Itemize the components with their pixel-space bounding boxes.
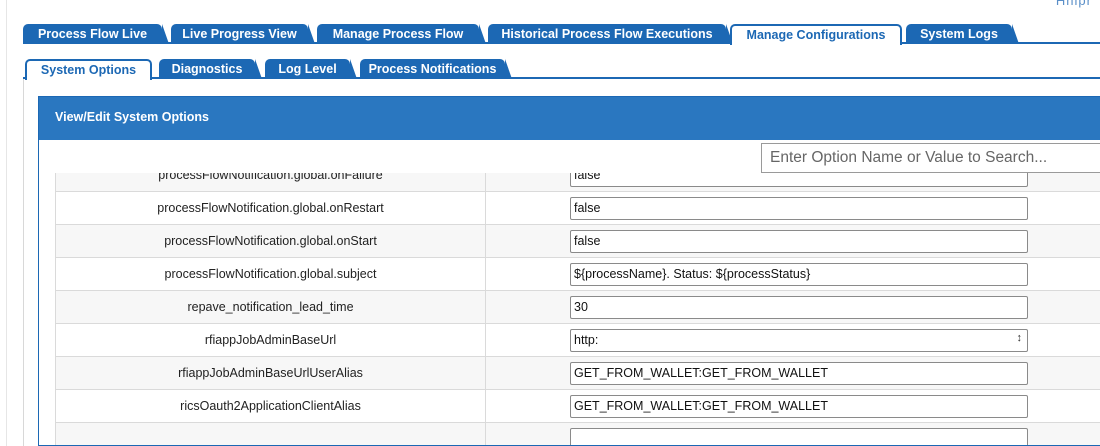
option-name: ricsOauth2ApplicationClientAlias [55,389,486,423]
table-row: rfiappJobAdminBaseUrlUserAlias [55,356,1100,390]
tab-process-notifications[interactable]: Process Notifications [360,59,512,79]
table-row: rfiappJobAdminBaseUrl ↕ [55,323,1100,357]
option-value-input[interactable] [570,173,1028,187]
table-row [55,422,1100,445]
option-name [55,422,486,445]
tab-diagnostics[interactable]: Diagnostics [159,59,262,79]
option-value-input[interactable] [570,196,1028,220]
option-value-input[interactable] [570,229,1028,253]
tab-live-progress-view[interactable]: Live Progress View [171,24,315,44]
table-row: processFlowNotification.global.onFailure [55,173,1100,192]
table-row: processFlowNotification.global.onRestart [55,191,1100,225]
option-value-input[interactable] [570,394,1028,418]
tab-log-level[interactable]: Log Level [265,59,357,79]
system-options-panel: View/Edit System Options processFlowNoti… [38,96,1100,446]
option-name: rfiappJobAdminBaseUrl [55,323,486,357]
option-name: rfiappJobAdminBaseUrlUserAlias [55,356,486,390]
option-value-input[interactable] [570,361,1028,385]
option-name: processFlowNotification.global.subject [55,257,486,291]
option-name: processFlowNotification.global.onStart [55,224,486,258]
option-search-input[interactable] [761,143,1100,173]
tab-historical-process-flow-executions[interactable]: Historical Process Flow Executions [488,24,733,44]
table-row: processFlowNotification.global.subject [55,257,1100,291]
option-value-input[interactable] [570,295,1028,319]
option-value-input[interactable] [570,427,1028,445]
option-name: repave_notification_lead_time [55,290,486,324]
option-name: processFlowNotification.global.onRestart [55,191,486,225]
options-table-viewport[interactable]: processFlowNotification.global.onFailure… [55,173,1100,445]
sub-tab-bar: System Options Diagnostics Log Level Pro… [23,59,1100,80]
main-tab-underline [23,42,1100,44]
page-left-border [6,0,7,446]
header-user-link[interactable]: Hnipr [1056,0,1092,8]
option-value-input[interactable] [570,328,1028,352]
options-table: processFlowNotification.global.onFailure… [55,173,1100,445]
tab-process-flow-live[interactable]: Process Flow Live [23,24,169,44]
option-name: processFlowNotification.global.onFailure [55,173,486,192]
resize-grip-icon[interactable]: ↕ [1017,332,1023,344]
tab-system-options[interactable]: System Options [25,59,152,80]
panel-title: View/Edit System Options [39,97,1100,140]
option-value-input[interactable] [570,262,1028,286]
table-row: ricsOauth2ApplicationClientAlias [55,389,1100,423]
main-tab-bar: Process Flow Live Live Progress View Man… [23,24,1100,45]
table-row: processFlowNotification.global.onStart [55,224,1100,258]
tab-manage-configurations[interactable]: Manage Configurations [730,24,902,45]
tab-system-logs[interactable]: System Logs [906,24,1019,44]
tab-manage-process-flow[interactable]: Manage Process Flow [317,24,486,44]
table-row: repave_notification_lead_time [55,290,1100,324]
